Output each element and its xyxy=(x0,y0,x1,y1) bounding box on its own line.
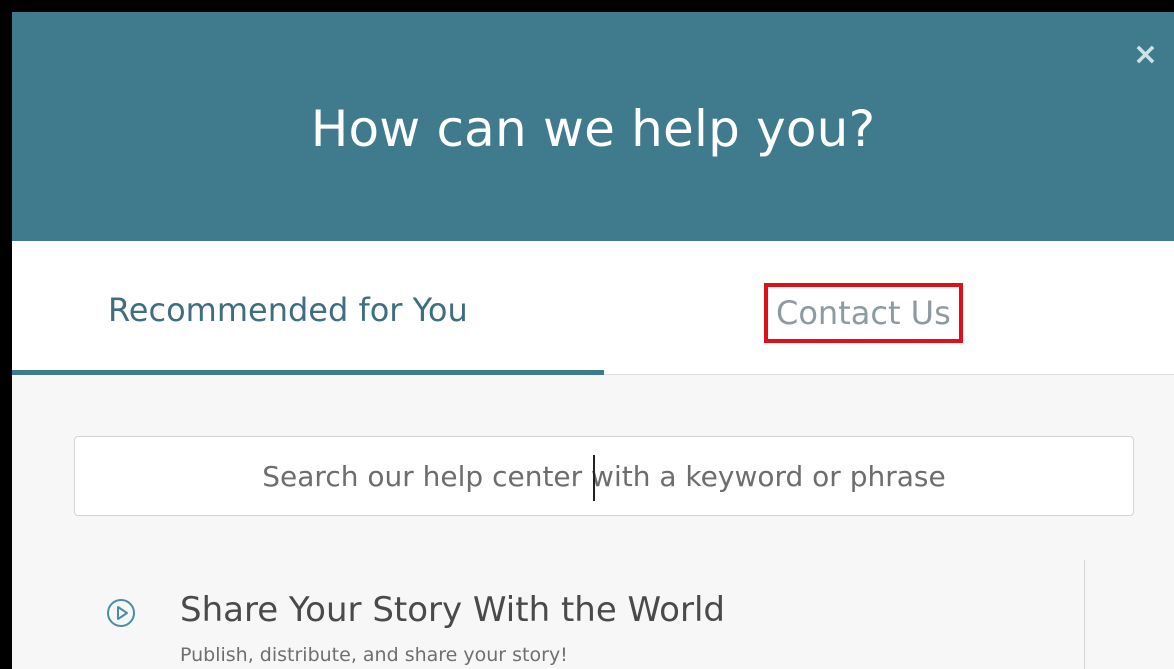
modal-header: × How can we help you? xyxy=(12,12,1174,241)
play-circle-icon xyxy=(107,599,135,627)
list-item[interactable]: Share Your Story With the World Publish,… xyxy=(106,590,1046,669)
help-modal: × How can we help you? Recommended for Y… xyxy=(12,12,1174,669)
search-input[interactable] xyxy=(74,436,1134,516)
item-subtitle: Publish, distribute, and share your stor… xyxy=(180,644,568,666)
tab-recommended[interactable]: Recommended for You xyxy=(108,286,468,334)
vertical-divider xyxy=(1084,560,1085,669)
page-title: How can we help you? xyxy=(310,100,876,158)
item-title: Share Your Story With the World xyxy=(180,590,725,630)
close-icon[interactable]: × xyxy=(1133,40,1158,70)
tab-bar: Recommended for You Contact Us xyxy=(12,241,1174,375)
content-area: Share Your Story With the World Publish,… xyxy=(12,375,1174,669)
text-cursor xyxy=(593,455,595,501)
tab-contact-us[interactable]: Contact Us xyxy=(764,283,963,343)
